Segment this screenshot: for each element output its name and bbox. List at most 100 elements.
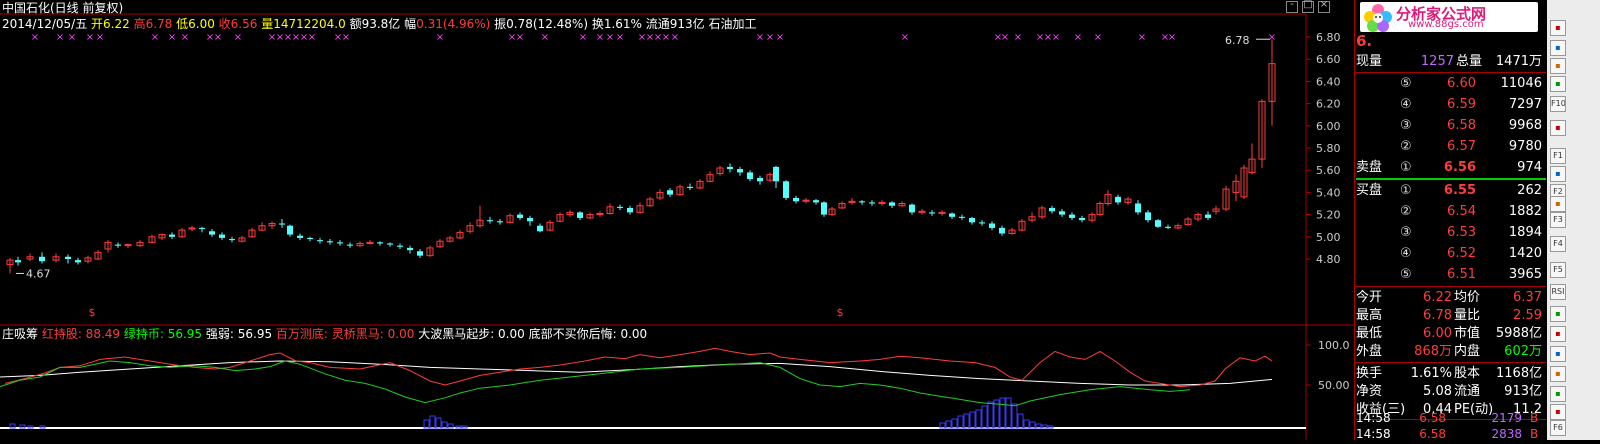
candle-body-down [297, 235, 303, 238]
candle-body-down [727, 166, 733, 170]
signal-marker: × [31, 32, 39, 43]
toolbar-button-f5[interactable]: F5 [1550, 262, 1566, 278]
sell-row: ③ 6.58 9968 [1356, 116, 1542, 136]
buy-price: 6.51 [1447, 267, 1476, 282]
signal-marker: × [151, 32, 159, 43]
histogram-bar [1005, 397, 1012, 429]
toolbar-tool-icon[interactable]: ▪ [1550, 120, 1566, 136]
toolbar-tool-icon[interactable]: ▪ [1550, 196, 1566, 212]
signal-marker: × [616, 32, 624, 43]
toolbar-button-rsi[interactable]: RSI [1550, 284, 1566, 300]
sell-row: ② 6.57 9780 [1356, 137, 1542, 157]
toolbar-tool-icon[interactable]: ▪ [1550, 166, 1566, 182]
price-tick-label: 5.20 [1316, 209, 1341, 222]
stat-value: 2.59 [1513, 308, 1542, 323]
fund-label: 净资 [1356, 384, 1383, 399]
candle-body-down [757, 177, 763, 182]
fund-row: 换手 1.61% 股本 1168亿 [1356, 364, 1542, 384]
candle-body-down [279, 223, 285, 225]
toolbar-tool-icon[interactable]: ▪ [1550, 76, 1566, 92]
signal-marker: × [516, 32, 524, 43]
candle-body-down [229, 239, 235, 241]
signal-marker: × [579, 32, 587, 43]
histogram-bar [423, 419, 430, 429]
histogram-bar [1041, 424, 1048, 429]
histogram-bar [1017, 413, 1024, 429]
indicator-part-0: 庄吸筹 [2, 327, 42, 341]
volume-row: 现量 1257 总量 1471万 [1356, 52, 1542, 72]
toolbar-tool-icon[interactable]: ▪ [1550, 20, 1566, 36]
candle-body-down [317, 240, 323, 242]
candle-body-down [169, 234, 175, 237]
ind-red-line [4, 347, 1273, 388]
stat-value: 868万 [1414, 344, 1452, 359]
stat-value: 5988亿 [1495, 326, 1542, 341]
candle-body-down [199, 227, 205, 230]
current-price: 6. [1356, 32, 1373, 50]
candle-body-down [39, 256, 45, 262]
candle-body-down [813, 200, 819, 203]
candle-body-down [889, 202, 895, 206]
candle-body-down [687, 186, 693, 188]
level-number: ⑤ [1400, 76, 1412, 91]
toolbar-button-f10[interactable]: F10 [1550, 96, 1566, 112]
histogram-bar [945, 420, 952, 429]
xianliang-label: 现量 [1356, 54, 1383, 69]
signal-marker: × [56, 32, 64, 43]
candle-body-down [75, 260, 81, 263]
sell-price: 6.60 [1447, 76, 1476, 91]
buy-volume: 1882 [1508, 204, 1542, 219]
signal-marker: × [1074, 32, 1082, 43]
candle-body-down [773, 166, 779, 182]
buy-price: 6.52 [1447, 246, 1476, 261]
signal-marker: × [901, 32, 909, 43]
signal-marker: × [68, 32, 76, 43]
toolbar-button-f1[interactable]: F1 [1550, 148, 1566, 164]
stat-row: 最低 6.00 市值 5988亿 [1356, 324, 1542, 344]
buy-row: 买盘 ① 6.55 262 [1356, 181, 1542, 201]
sell-label: 卖盘 [1356, 160, 1383, 175]
candlestick-chart[interactable]: × × × × × × × × × × × × × × × × × × × × × × × × × × × × × × × × × × × × ×× × ×… [0, 0, 1354, 440]
candle-body-down [527, 217, 533, 222]
sell-volume: 9780 [1508, 139, 1542, 154]
ind-tick-label: 100.0 [1318, 339, 1350, 352]
sell-price: 6.59 [1447, 97, 1476, 112]
price-tick-label: 4.80 [1316, 253, 1341, 266]
toolbar-button-f6[interactable]: F6 [1550, 420, 1566, 436]
toolbar-button-f4[interactable]: F4 [1550, 236, 1566, 252]
buy-row: ② 6.54 1882 [1356, 202, 1542, 222]
fund-value: 913亿 [1504, 384, 1542, 399]
candle-body-down [747, 172, 753, 180]
price-tick-label: 6.20 [1316, 98, 1341, 111]
candle-body-down [407, 247, 413, 251]
toolbar-tool-icon[interactable]: ▪ [1550, 58, 1566, 74]
sell-volume: 974 [1517, 160, 1542, 175]
toolbar-tool-icon[interactable]: ▪ [1550, 386, 1566, 402]
toolbar-tool-icon[interactable]: ▪ [1550, 346, 1566, 362]
stat-label: 内盘 [1454, 344, 1481, 359]
candle-body-down [517, 214, 523, 218]
toolbar-tool-icon[interactable]: ▪ [1550, 40, 1566, 56]
toolbar-tool-icon[interactable]: ▪ [1550, 326, 1566, 342]
tick-time: 14:58 [1356, 427, 1391, 441]
buy-volume: 262 [1517, 183, 1542, 198]
histogram-bar [1023, 419, 1030, 429]
candle-body-down [1205, 214, 1211, 218]
site-logo: 分析家公式网 www.88gs.com [1360, 2, 1538, 32]
stat-row: 今开 6.22 均价 6.37 [1356, 288, 1542, 308]
signal-marker: × [776, 32, 784, 43]
toolbar-button-f3[interactable]: F3 [1550, 212, 1566, 228]
sell-row: ④ 6.59 7297 [1356, 95, 1542, 115]
toolbar-tool-icon[interactable]: ▪ [1550, 306, 1566, 322]
toolbar-tool-icon[interactable]: ▪ [1550, 404, 1566, 420]
candle-body-down [969, 217, 975, 223]
indicator-part-3: 强弱: 56.95 [205, 327, 276, 341]
toolbar-tool-icon[interactable]: ▪ [1550, 366, 1566, 382]
candle-body-down [1049, 207, 1055, 212]
candle-body-down [287, 225, 293, 235]
buy-price: 6.53 [1447, 225, 1476, 240]
sell-price: 6.56 [1443, 160, 1476, 175]
buy-volume: 1894 [1508, 225, 1542, 240]
histogram-bar [435, 417, 442, 429]
price-tick-label: 6.80 [1316, 31, 1341, 44]
